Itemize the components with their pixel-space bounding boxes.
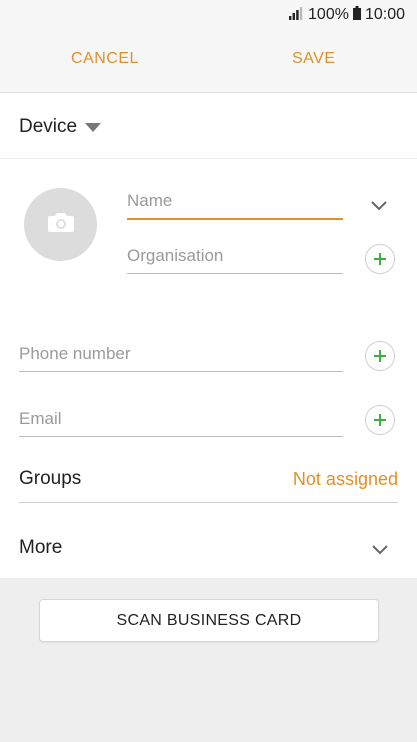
action-bar: CANCEL SAVE xyxy=(0,30,417,93)
add-organisation-button[interactable] xyxy=(365,244,395,274)
storage-label: Device xyxy=(19,116,78,137)
organisation-input[interactable] xyxy=(127,241,343,271)
phone-input[interactable] xyxy=(19,339,343,369)
plus-icon xyxy=(374,350,386,362)
groups-label: Groups xyxy=(19,468,82,489)
status-bar: 100% 10:00 xyxy=(0,0,417,30)
clock: 10:00 xyxy=(364,6,405,23)
cancel-button[interactable]: CANCEL xyxy=(71,50,139,68)
scan-business-card-button[interactable]: SCAN BUSINESS CARD xyxy=(39,599,379,642)
phone-field[interactable] xyxy=(19,339,343,372)
more-label: More xyxy=(19,537,63,558)
bottom-panel: SCAN BUSINESS CARD xyxy=(0,578,417,742)
expand-name-chevron-icon[interactable] xyxy=(371,198,387,216)
expand-more-chevron-icon xyxy=(372,542,388,560)
status-indicators: 100% 10:00 xyxy=(288,5,405,25)
add-email-button[interactable] xyxy=(365,405,395,435)
dropdown-arrow-icon xyxy=(85,123,101,132)
add-phone-button[interactable] xyxy=(365,341,395,371)
camera-icon xyxy=(47,211,75,238)
contact-photo-button[interactable] xyxy=(24,188,97,261)
email-field[interactable] xyxy=(19,404,343,437)
signal-icon xyxy=(288,6,304,25)
email-input[interactable] xyxy=(19,404,343,434)
plus-icon xyxy=(374,253,386,265)
battery-icon xyxy=(352,5,361,25)
storage-selector[interactable]: Device xyxy=(0,93,417,159)
save-button[interactable]: SAVE xyxy=(292,50,336,68)
groups-value: Not assigned xyxy=(292,469,398,489)
name-input[interactable] xyxy=(127,186,343,216)
plus-icon xyxy=(374,414,386,426)
groups-row[interactable]: Groups Not assigned xyxy=(19,455,398,503)
more-row[interactable]: More xyxy=(19,524,398,568)
organisation-field[interactable] xyxy=(127,241,343,274)
battery-percent: 100% xyxy=(308,6,349,23)
name-field[interactable] xyxy=(127,186,343,220)
